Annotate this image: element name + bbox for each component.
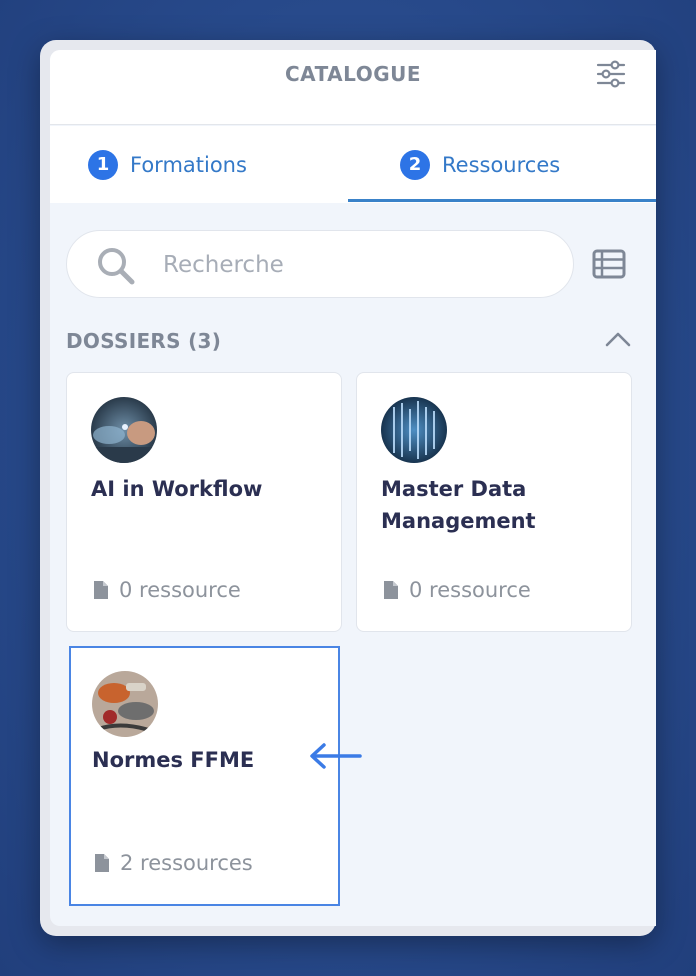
folder-title: Normes FFME — [92, 748, 255, 772]
chevron-up-icon — [605, 332, 631, 347]
folder-resource-count: 2 ressources — [94, 848, 253, 878]
tab-ressources[interactable]: 2 Ressources — [400, 126, 656, 203]
folder-resource-count: 0 ressource — [383, 575, 531, 605]
folder-card-master-data-management[interactable]: Master Data Management 0 ressource — [356, 372, 632, 632]
active-tab-indicator — [348, 199, 656, 202]
folder-title: AI in Workflow — [91, 477, 263, 501]
folder-count-text: 0 ressource — [409, 578, 531, 602]
folder-resource-count: 0 ressource — [93, 575, 241, 605]
folder-count-text: 0 ressource — [119, 578, 241, 602]
folder-avatar — [92, 671, 158, 737]
search-input[interactable] — [163, 245, 553, 285]
folder-card-ai-in-workflow[interactable]: AI in Workflow 0 ressource — [66, 372, 342, 632]
folder-avatar — [381, 397, 447, 463]
tab-label: Formations — [130, 152, 247, 177]
section-title: DOSSIERS (3) — [66, 329, 222, 353]
tab-number-badge: 1 — [88, 149, 118, 180]
header: CATALOGUE — [50, 50, 656, 125]
search-icon — [98, 248, 135, 285]
folder-count-text: 2 ressources — [120, 851, 253, 875]
tab-formations[interactable]: 1 Formations — [88, 126, 386, 203]
file-icon — [95, 854, 109, 872]
page-title: CATALOGUE — [284, 62, 422, 86]
list-view-button[interactable] — [592, 248, 626, 280]
catalogue-panel: CATALOGUE 1 Formations 2 Ressources Rech… — [50, 50, 656, 926]
file-icon — [94, 581, 108, 599]
filter-settings-button[interactable] — [595, 58, 627, 90]
tab-number-badge: 2 — [400, 149, 430, 180]
sliders-icon — [596, 60, 626, 88]
folder-title: Master Data Management — [381, 477, 536, 533]
arrow-left-icon — [310, 743, 362, 769]
list-view-icon — [592, 249, 626, 279]
search-bar — [66, 230, 574, 298]
folder-card-normes-ffme[interactable]: Normes FFME 2 ressources — [69, 646, 340, 906]
tab-label: Ressources — [442, 152, 561, 177]
tab-bar: 1 Formations 2 Ressources — [50, 126, 656, 203]
file-icon — [384, 581, 398, 599]
collapse-section-button[interactable] — [604, 328, 632, 350]
folder-avatar — [91, 397, 157, 463]
